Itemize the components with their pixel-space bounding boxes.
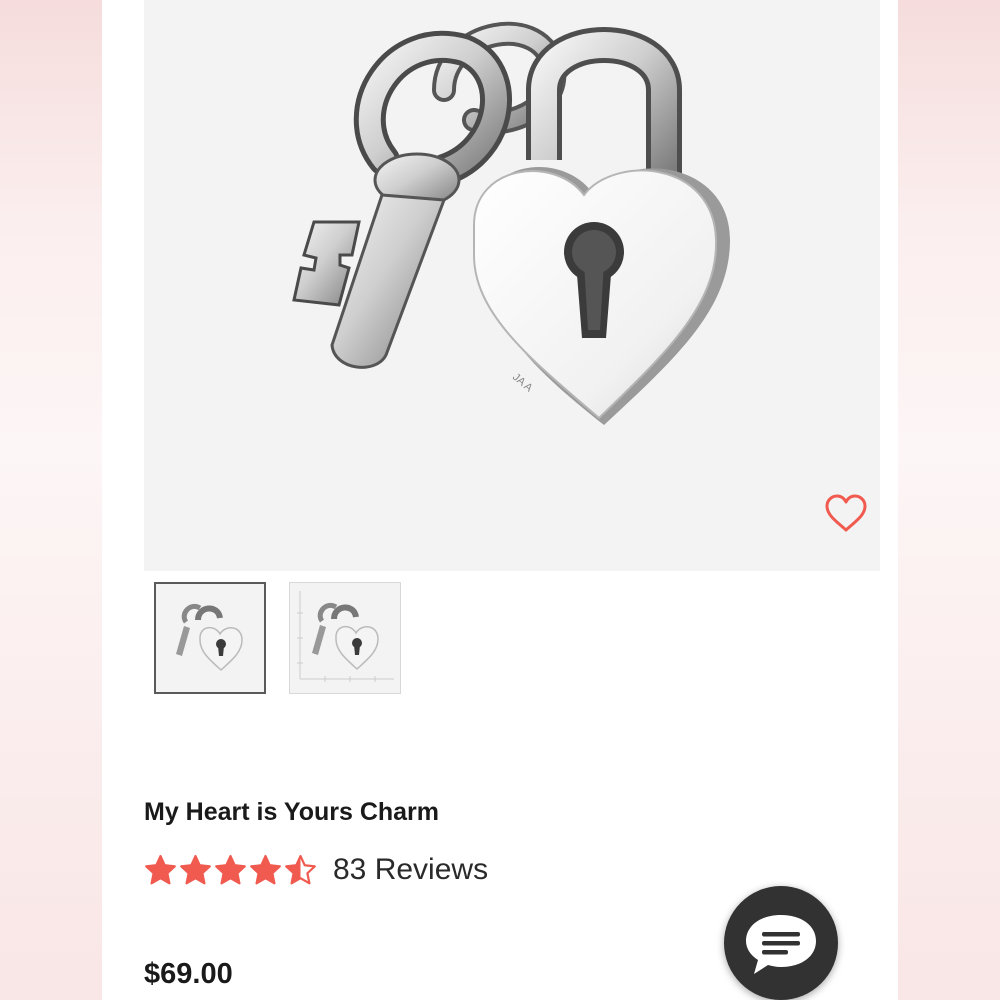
star-full-icon <box>145 854 176 884</box>
product-price: $69.00 <box>144 958 233 990</box>
product-page: JA A My Heart is Yours Charm 83 Reviews … <box>102 0 898 1000</box>
thumbnail-1[interactable] <box>154 582 266 694</box>
heart-outline-icon <box>825 494 867 532</box>
product-title: My Heart is Yours Charm <box>144 798 440 826</box>
chat-bubble-icon <box>746 915 816 974</box>
product-main-image[interactable]: JA A <box>144 0 880 571</box>
product-rating[interactable]: 83 Reviews <box>144 850 488 890</box>
thumbnail-charm-image <box>176 604 243 672</box>
thumbnail-2[interactable] <box>289 582 401 694</box>
wishlist-heart-button[interactable] <box>824 494 872 538</box>
star-full-icon <box>180 854 211 884</box>
star-full-icon <box>250 854 281 884</box>
chat-button[interactable] <box>724 886 838 1000</box>
svg-text:JA A: JA A <box>510 371 535 395</box>
star-half-icon <box>285 854 316 884</box>
rating-stars <box>144 854 317 887</box>
reviews-link[interactable]: 83 Reviews <box>333 853 488 887</box>
thumbnail-size-guide-image <box>297 591 394 682</box>
star-full-icon <box>215 854 246 884</box>
charm-illustration: JA A <box>292 21 730 425</box>
